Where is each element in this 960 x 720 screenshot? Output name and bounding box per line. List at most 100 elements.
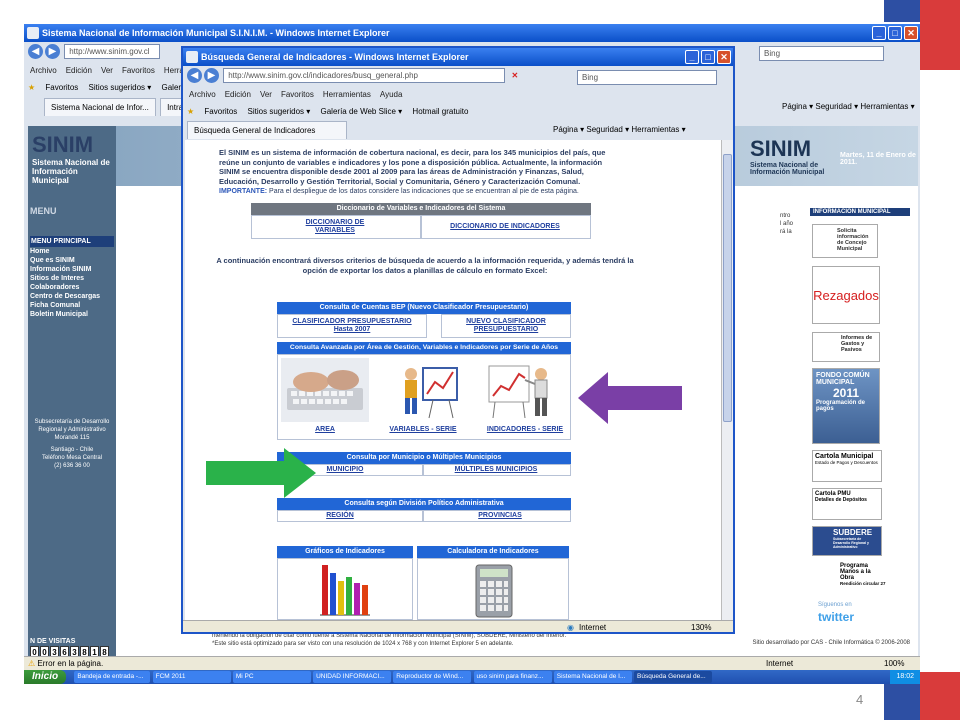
municipio-header: Consulta por Municipio o Múltiples Munic… — [277, 452, 571, 464]
tool-pagina[interactable]: Página ▾ — [782, 102, 813, 111]
menu-item-sitios[interactable]: Sitios de Interes — [30, 274, 114, 283]
back-icon[interactable]: ◀ — [28, 44, 43, 59]
card-pmu[interactable]: Cartola PMU Detalles de Depósitos — [812, 488, 882, 520]
menu-item-que-es[interactable]: Que es SINIM — [30, 256, 114, 265]
maximize-button[interactable]: □ — [888, 26, 902, 40]
calculadora-header: Calculadora de Indicadores — [417, 546, 569, 558]
presenter-board-image[interactable] — [393, 360, 463, 422]
keyboard-hands-image[interactable] — [281, 358, 369, 422]
card-programa[interactable]: Programa Manos a la Obra Rendición circu… — [812, 562, 888, 596]
task-bandeja[interactable]: Bandeja de entrada -... — [74, 671, 151, 683]
menu-item-descargas[interactable]: Centro de Descargas — [30, 292, 114, 301]
inner-status-zone: Internet — [579, 623, 607, 632]
close-button[interactable]: ✕ — [904, 26, 918, 40]
card-solicita[interactable]: Solicita información de Concejo Municipa… — [812, 224, 878, 258]
menu-favoritos[interactable]: Favoritos — [122, 66, 155, 75]
sinim-logo[interactable]: SINIM Sistema Nacional de Información Mu… — [32, 132, 112, 185]
indicators-chart-image[interactable] — [485, 360, 563, 422]
region-link[interactable]: REGIÓN — [305, 512, 375, 520]
forward-icon[interactable]: ▶ — [45, 44, 60, 59]
inner-status-zoom[interactable]: 130% — [691, 621, 711, 632]
forward-icon[interactable]: ▶ — [204, 68, 219, 83]
card-ley[interactable]: Informes de Gastos y Pasivos — [812, 332, 880, 362]
menu-herramientas[interactable]: Herramientas — [323, 90, 371, 99]
task-mipc[interactable]: Mi PC — [232, 671, 311, 683]
sinim-logo-text: SINIM — [32, 132, 94, 157]
inner-search-box[interactable]: Bing — [577, 70, 717, 85]
indicadores-serie-link[interactable]: INDICADORES - SERIE — [485, 426, 565, 434]
tool-herramientas[interactable]: Herramientas ▾ — [631, 125, 685, 134]
card-cartola-title: Cartola Municipal — [815, 453, 874, 460]
menu-item-ficha[interactable]: Ficha Comunal — [30, 301, 114, 310]
status-error-text[interactable]: Error en la página. — [37, 659, 103, 668]
counter-digit: 3 — [70, 646, 79, 656]
task-unidad[interactable]: UNIDAD INFORMACI... — [313, 671, 392, 683]
fav-hotmail[interactable]: Hotmail gratuito — [412, 107, 468, 116]
card-cartola[interactable]: Cartola Municipal Estado de Pagos y Desc… — [812, 450, 882, 482]
tool-seguridad[interactable]: Seguridad ▾ — [586, 125, 629, 134]
menu-item-home[interactable]: Home — [30, 247, 114, 256]
menu-ver[interactable]: Ver — [260, 90, 272, 99]
outer-search-box[interactable]: Bing — [759, 46, 884, 61]
menu-item-informacion[interactable]: Información SINIM — [30, 265, 114, 274]
graficos-panel[interactable] — [277, 558, 413, 620]
dictionary-variables-link[interactable]: DICCIONARIO DE VARIABLES — [295, 219, 375, 235]
back-icon[interactable]: ◀ — [187, 68, 202, 83]
inner-scrollbar[interactable] — [721, 140, 733, 620]
menu-edicion[interactable]: Edición — [225, 90, 251, 99]
card-subdere[interactable]: SUBDERE Subsecretaría de Desarrollo Regi… — [812, 526, 882, 556]
task-busqueda[interactable]: Búsqueda General de... — [634, 671, 712, 683]
task-reproductor[interactable]: Reproductor de Wind... — [393, 671, 472, 683]
counter-digit: 8 — [100, 646, 109, 656]
status-zoom[interactable]: 100% — [884, 657, 904, 670]
calculadora-panel[interactable] — [417, 558, 569, 620]
multiples-municipios-link[interactable]: MÚLTIPLES MUNICIPIOS — [441, 466, 551, 474]
task-fcm[interactable]: FCM 2011 — [152, 671, 231, 683]
inner-tools: Página ▾ Seguridad ▾ Herramientas ▾ — [553, 122, 686, 138]
close-button[interactable]: ✕ — [717, 50, 731, 64]
fav-sitios-sugeridos[interactable]: Sitios sugeridos ▾ — [89, 83, 152, 92]
start-button[interactable]: Inicio — [24, 670, 67, 684]
area-link[interactable]: AREA — [305, 426, 345, 434]
side-text: ntro l año rá la — [780, 212, 793, 236]
card-fondo-comun[interactable]: FONDO COMÚN MUNICIPAL 2011 Programación … — [812, 368, 880, 444]
keyboard-hands-illustration — [287, 370, 363, 410]
menu-ayuda[interactable]: Ayuda — [380, 90, 403, 99]
fav-galeria-web-slice[interactable]: Galería de Web Slice ▾ — [321, 107, 403, 116]
stop-icon[interactable]: ✕ — [511, 71, 518, 80]
menu-archivo[interactable]: Archivo — [30, 66, 57, 75]
bep-old-classifier-link[interactable]: CLASIFICADOR PRESUPUESTARIO Hasta 2007 — [282, 318, 422, 334]
minimize-button[interactable]: _ — [685, 50, 699, 64]
inner-address-bar[interactable]: http://www.sinim.gov.cl/indicadores/busq… — [223, 68, 506, 83]
slide-page-number: 4 — [856, 692, 864, 707]
task-sistema-nacional[interactable]: Sistema Nacional de I... — [553, 671, 632, 683]
provincias-link[interactable]: PROVINCIAS — [465, 512, 535, 520]
task-uso-sinim[interactable]: uso sinim para finanz... — [473, 671, 552, 683]
favorites-button[interactable]: Favoritos — [45, 83, 78, 92]
minimize-button[interactable]: _ — [872, 26, 886, 40]
menu-favoritos[interactable]: Favoritos — [281, 90, 314, 99]
menu-archivo[interactable]: Archivo — [189, 90, 216, 99]
outer-address-bar[interactable]: http://www.sinim.gov.cl — [64, 44, 161, 59]
tool-seguridad[interactable]: Seguridad ▾ — [815, 102, 858, 111]
card-rezagados[interactable]: Rezagados — [812, 266, 880, 324]
bep-new-classifier-link[interactable]: NUEVO CLASIFICADOR PRESUPUESTARIO — [447, 318, 565, 334]
inner-browser-window: Búsqueda General de Indicadores - Window… — [181, 46, 735, 634]
outer-tab-sinim[interactable]: Sistema Nacional de Infor... — [44, 98, 156, 116]
menu-item-boletin[interactable]: Boletin Municipal — [30, 310, 114, 319]
inner-tab-busqueda[interactable]: Búsqueda General de Indicadores — [187, 121, 347, 139]
tool-pagina[interactable]: Página ▾ — [553, 125, 584, 134]
division-header: Consulta según División Político Adminis… — [277, 498, 571, 510]
maximize-button[interactable]: □ — [701, 50, 715, 64]
tool-herramientas[interactable]: Herramientas ▾ — [860, 102, 914, 111]
dictionary-indicators-link[interactable]: DICCIONARIO DE INDICADORES — [435, 223, 575, 231]
favorites-button[interactable]: Favoritos — [204, 107, 237, 116]
menu-edicion[interactable]: Edición — [66, 66, 92, 75]
menu-ver[interactable]: Ver — [101, 66, 113, 75]
sinim-right-panel: INFORMACION MUNICIPAL — [810, 208, 910, 216]
scrollbar-thumb[interactable] — [723, 154, 732, 422]
variables-serie-link[interactable]: VARIABLES - SERIE — [381, 426, 465, 434]
fav-sitios-sugeridos[interactable]: Sitios sugeridos ▾ — [248, 107, 311, 116]
menu-item-colaboradores[interactable]: Colaboradores — [30, 283, 114, 292]
twitter-logo[interactable]: twitter — [818, 610, 854, 624]
